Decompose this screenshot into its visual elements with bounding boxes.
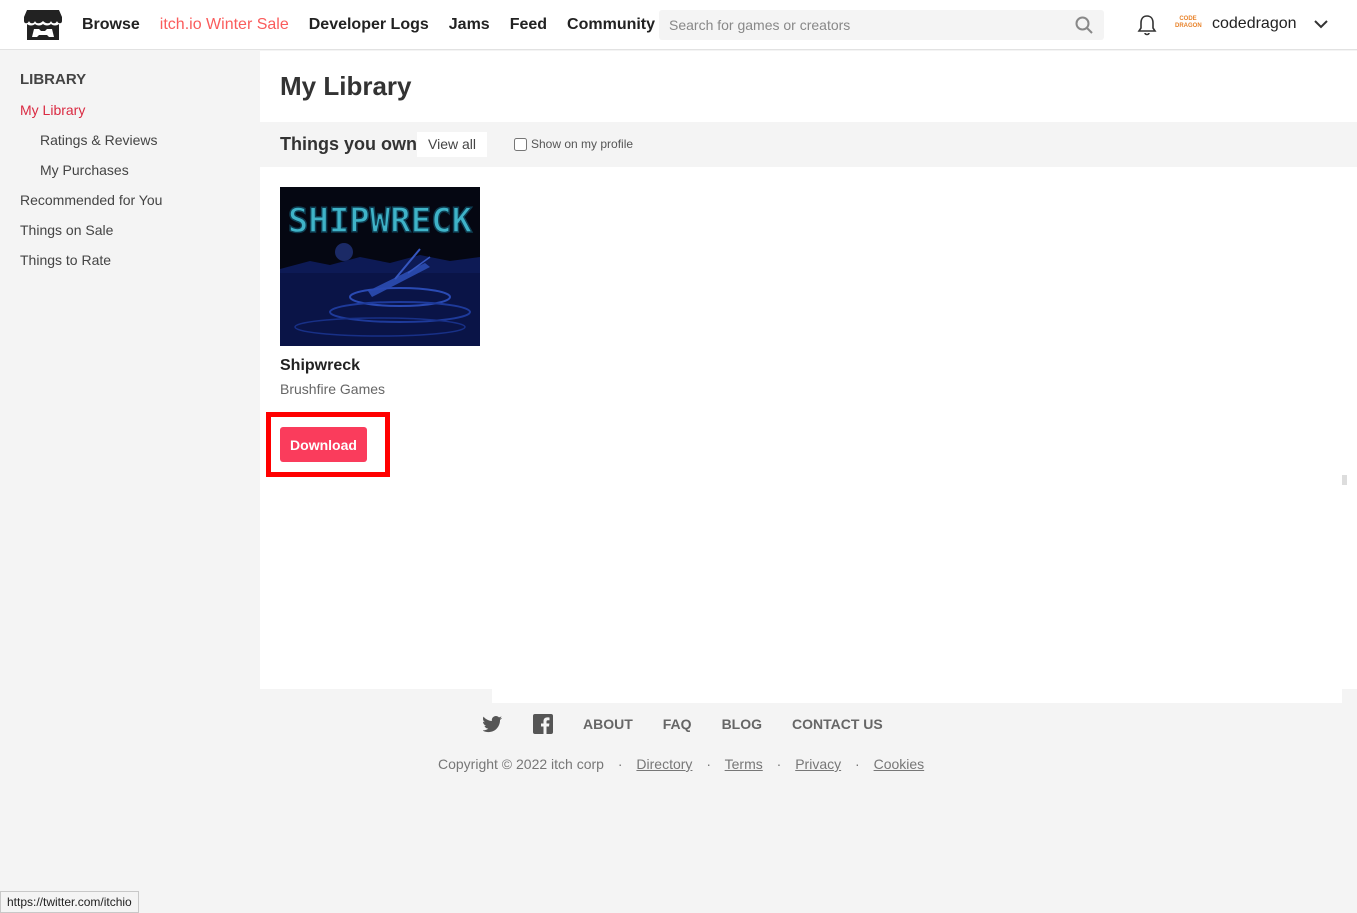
scrollbar-thumb[interactable] — [1342, 475, 1347, 485]
footer-directory-link[interactable]: Directory — [636, 756, 692, 772]
game-cover-thumbnail[interactable]: SHIPWRECK — [280, 187, 480, 346]
nav-community[interactable]: Community — [567, 16, 655, 34]
chevron-down-icon[interactable] — [1313, 18, 1329, 30]
footer-divider — [492, 689, 1342, 703]
nav-developer-logs[interactable]: Developer Logs — [309, 16, 429, 34]
sidebar-item-ratings-reviews[interactable]: Ratings & Reviews — [40, 132, 158, 148]
shipwreck-cover-image: SHIPWRECK — [280, 187, 480, 346]
itchio-logo[interactable] — [23, 7, 63, 43]
footer-faq-link[interactable]: FAQ — [663, 716, 692, 732]
twitter-icon[interactable] — [483, 714, 503, 734]
sidebar-item-things-on-sale[interactable]: Things on Sale — [20, 222, 113, 238]
library-sidebar: LIBRARY My Library Ratings & Reviews My … — [0, 51, 260, 691]
copyright-text: Copyright © 2022 itch corp — [438, 756, 604, 772]
section-header: Things you own View all Show on my profi… — [260, 122, 1357, 167]
search-box — [659, 10, 1104, 40]
footer-blog-link[interactable]: BLOG — [722, 716, 762, 732]
game-author[interactable]: Brushfire Games — [280, 381, 385, 397]
footer-contact-link[interactable]: CONTACT US — [792, 716, 883, 732]
notifications-bell-icon[interactable] — [1137, 14, 1157, 36]
sidebar-item-things-to-rate[interactable]: Things to Rate — [20, 252, 111, 268]
view-all-button[interactable]: View all — [417, 132, 487, 157]
nav-feed[interactable]: Feed — [510, 16, 547, 34]
sidebar-item-my-purchases[interactable]: My Purchases — [40, 162, 129, 178]
itchio-logo-icon — [24, 10, 62, 40]
user-avatar[interactable]: CODE DRAGON — [1175, 13, 1202, 35]
show-on-profile-label: Show on my profile — [531, 137, 634, 151]
footer-terms-link[interactable]: Terms — [725, 756, 763, 772]
footer-privacy-link[interactable]: Privacy — [795, 756, 841, 772]
sidebar-heading: LIBRARY — [20, 71, 87, 88]
section-title: Things you own — [280, 134, 417, 154]
search-input[interactable] — [659, 10, 1074, 40]
status-bar-url: https://twitter.com/itchio — [0, 891, 139, 913]
main-content: My Library Things you own View all Show … — [260, 51, 1357, 689]
nav-browse[interactable]: Browse — [82, 16, 140, 34]
footer-about-link[interactable]: ABOUT — [583, 716, 633, 732]
footer-cookies-link[interactable]: Cookies — [874, 756, 925, 772]
sidebar-item-recommended[interactable]: Recommended for You — [20, 192, 162, 208]
nav-jams[interactable]: Jams — [449, 16, 490, 34]
show-on-profile-toggle[interactable]: Show on my profile — [514, 137, 633, 151]
footer-links: ABOUT FAQ BLOG CONTACT US — [483, 712, 913, 736]
sidebar-item-my-library[interactable]: My Library — [20, 102, 85, 118]
download-button[interactable]: Download — [280, 427, 367, 462]
facebook-icon[interactable] — [533, 714, 553, 734]
nav-winter-sale[interactable]: itch.io Winter Sale — [160, 16, 289, 34]
main-nav: Browse itch.io Winter Sale Developer Log… — [82, 0, 675, 50]
page-title: My Library — [280, 71, 412, 101]
search-icon[interactable] — [1074, 15, 1094, 35]
show-on-profile-checkbox[interactable] — [514, 137, 527, 151]
game-title[interactable]: Shipwreck — [280, 357, 360, 375]
username[interactable]: codedragon — [1212, 15, 1297, 33]
cover-title: SHIPWRECK — [288, 201, 473, 241]
footer-copyright: Copyright © 2022 itch corp · Directory ·… — [438, 756, 925, 772]
top-header: Browse itch.io Winter Sale Developer Log… — [0, 0, 1357, 50]
